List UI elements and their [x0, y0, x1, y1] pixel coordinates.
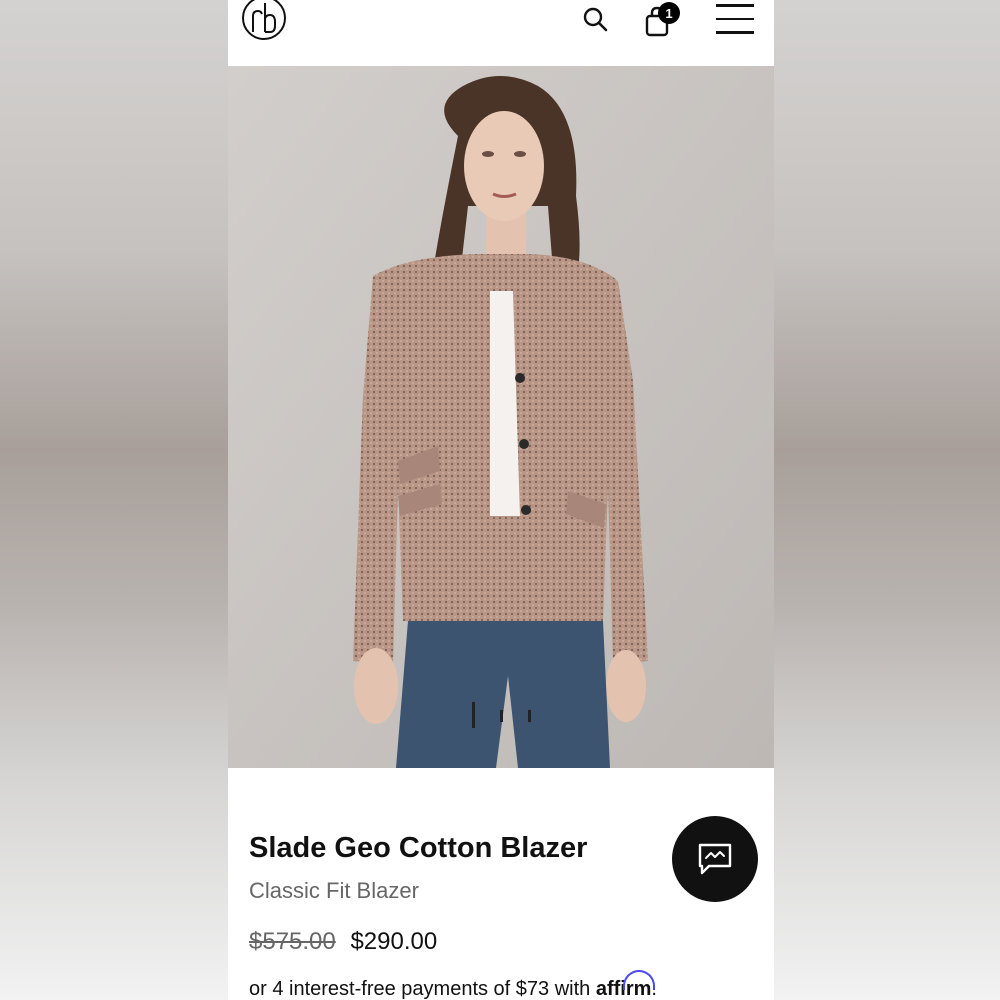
original-price: $575.00: [249, 928, 336, 955]
background-blur-left: [0, 0, 228, 1000]
product-photo: [228, 66, 774, 768]
carousel-indicator[interactable]: [472, 702, 475, 728]
search-icon: [583, 7, 608, 32]
top-nav-bar: 1: [228, 0, 774, 66]
financing-text: or 4 interest-free payments of $73 with: [249, 978, 596, 1000]
affirm-logo[interactable]: affirm: [596, 970, 656, 1000]
product-subtitle: Classic Fit Blazer: [249, 878, 419, 903]
carousel-indicator[interactable]: [500, 710, 503, 722]
chat-icon: [698, 843, 732, 875]
carousel-indicator[interactable]: [528, 710, 531, 722]
rb-monogram-icon[interactable]: [242, 0, 286, 40]
product-image[interactable]: [228, 66, 774, 768]
search-button[interactable]: [582, 6, 610, 34]
menu-line: [716, 31, 754, 34]
price-row: $575.00 $290.00: [249, 928, 437, 956]
background-blur-right: [772, 0, 1000, 1000]
product-info: Slade Geo Cotton Blazer Classic Fit Blaz…: [228, 768, 774, 1000]
menu-line: [716, 4, 754, 7]
affirm-arc-icon: [623, 970, 656, 990]
chat-button[interactable]: [672, 816, 758, 902]
cart-count-badge: 1: [658, 2, 680, 24]
mobile-screen: 1 Slade Geo Cotton Blazer Classic Fit Bl…: [228, 0, 774, 1000]
menu-line: [716, 17, 754, 20]
hamburger-menu-icon[interactable]: [716, 4, 754, 34]
sale-price: $290.00: [350, 928, 438, 955]
financing-message[interactable]: or 4 interest-free payments of $73 with …: [249, 970, 657, 1000]
product-title: Slade Geo Cotton Blazer: [249, 832, 588, 864]
